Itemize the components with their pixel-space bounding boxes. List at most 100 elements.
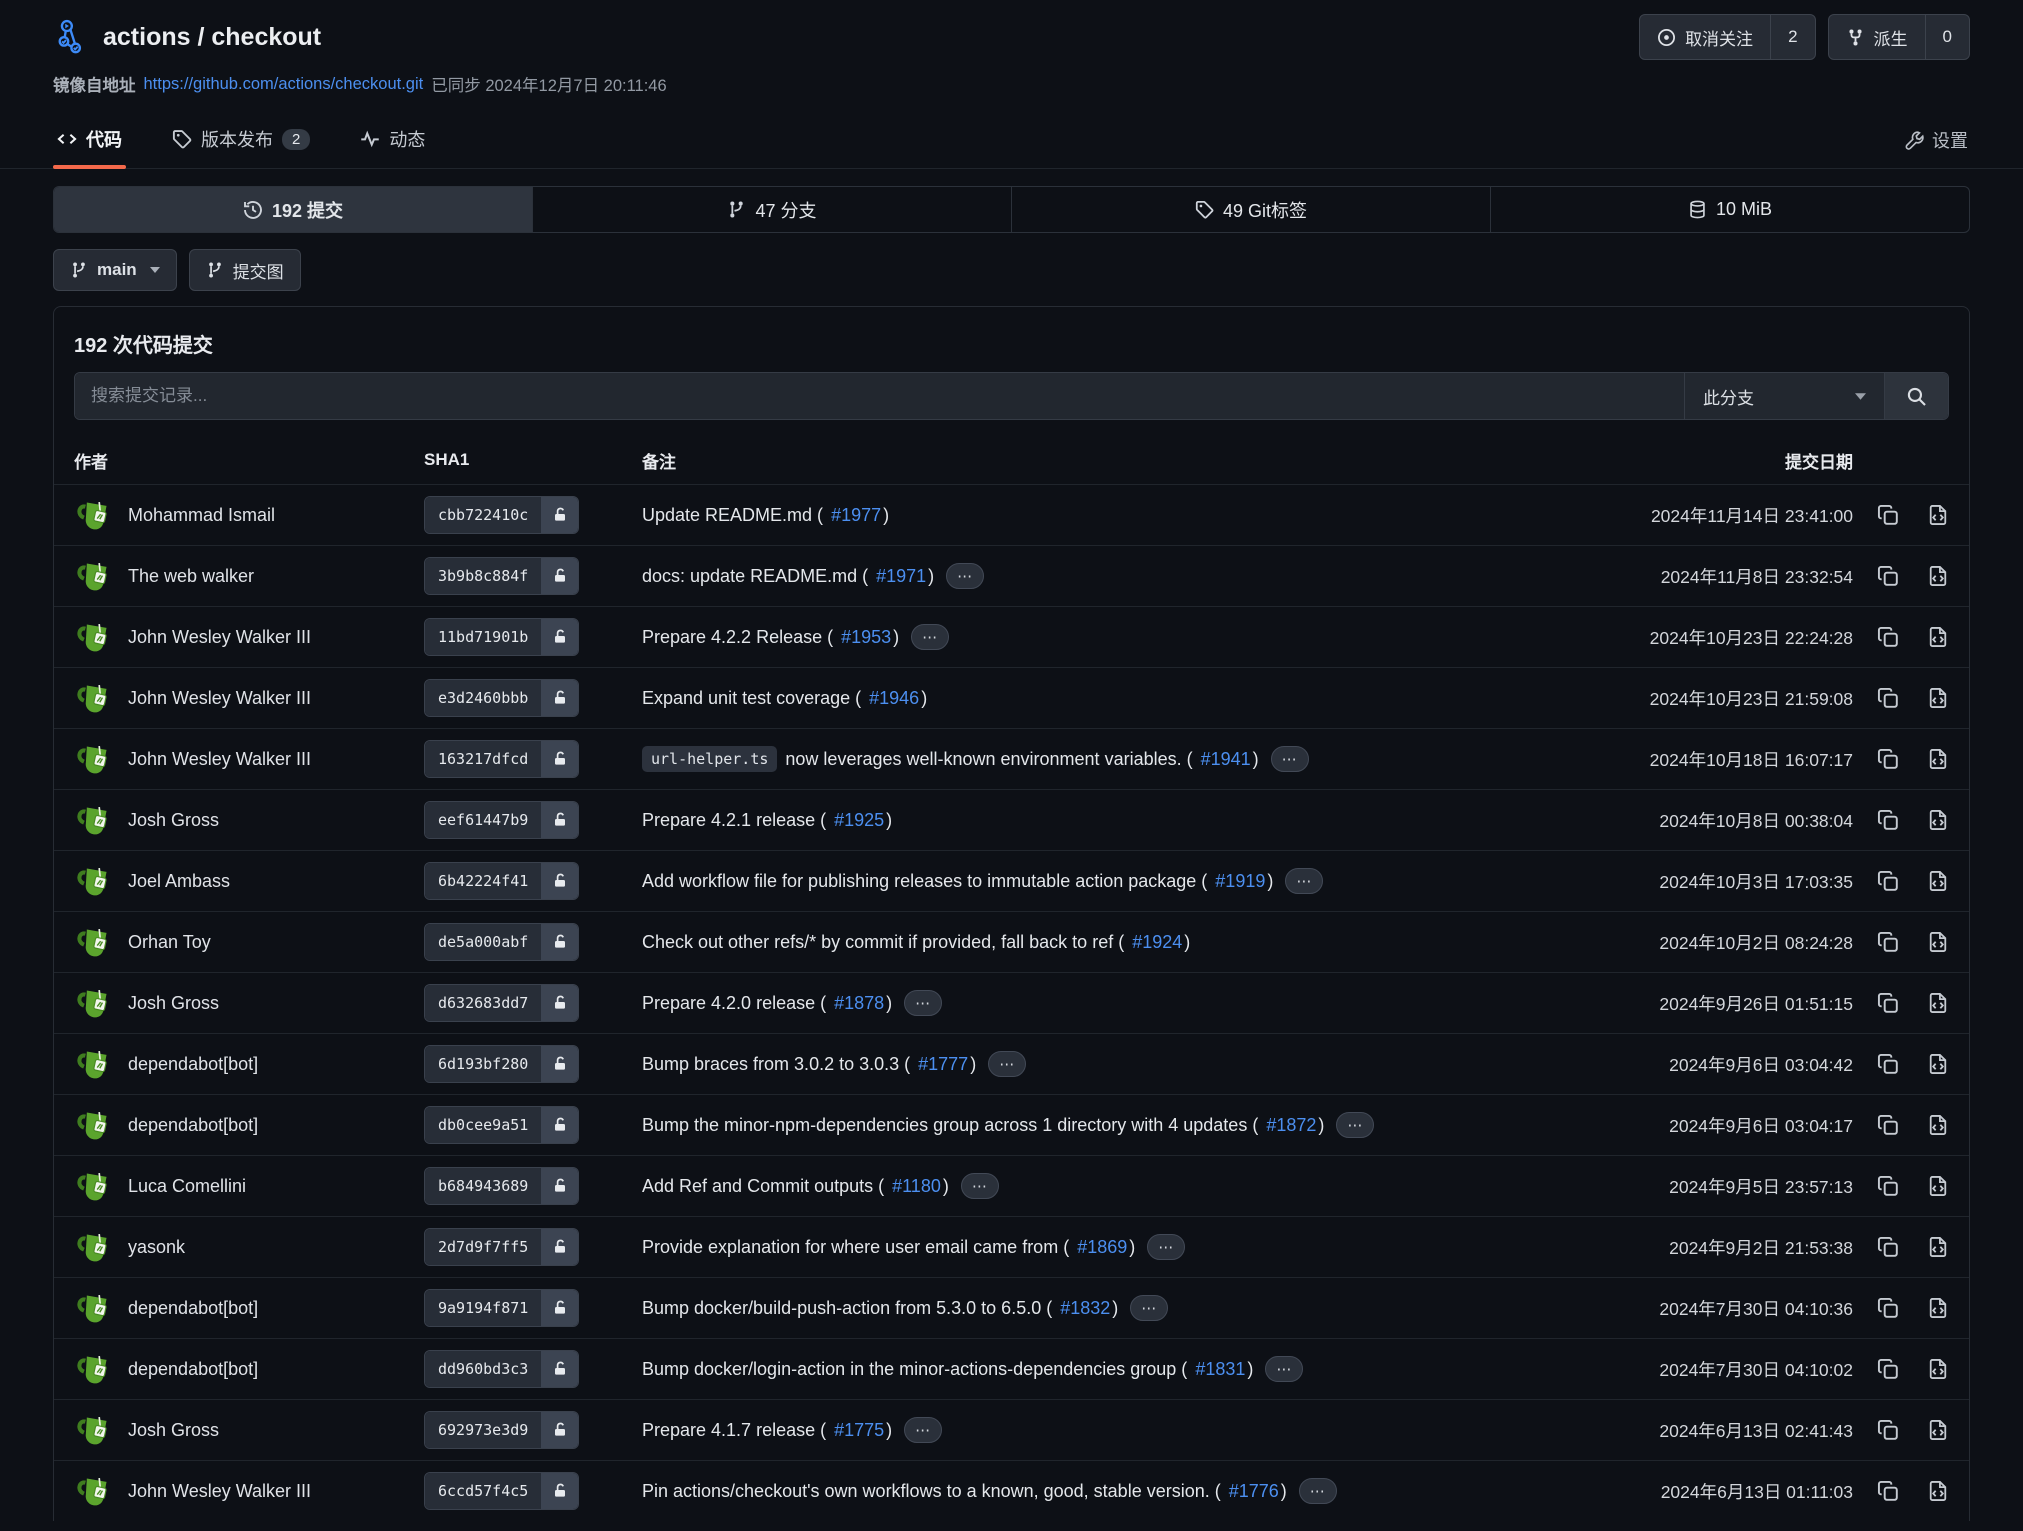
- browse-source-button[interactable]: [1927, 1236, 1949, 1258]
- pr-link[interactable]: #1775: [834, 1420, 884, 1441]
- commit-author[interactable]: Josh Gross: [74, 1412, 424, 1448]
- browse-source-button[interactable]: [1927, 1480, 1949, 1502]
- more-button[interactable]: ⋯: [904, 990, 942, 1016]
- search-button[interactable]: [1884, 373, 1948, 419]
- stats-tags[interactable]: 49 Git标签: [1011, 187, 1490, 232]
- commit-sha-badge[interactable]: 6b42224f41: [424, 862, 579, 900]
- pr-link[interactable]: #1924: [1132, 932, 1182, 953]
- pr-link[interactable]: #1971: [876, 566, 926, 587]
- commit-search-input[interactable]: [75, 373, 1684, 419]
- browse-source-button[interactable]: [1927, 1297, 1949, 1319]
- copy-sha-button[interactable]: [1877, 565, 1899, 587]
- commit-author[interactable]: John Wesley Walker III: [74, 1473, 424, 1509]
- browse-source-button[interactable]: [1927, 1358, 1949, 1380]
- pr-link[interactable]: #1777: [918, 1054, 968, 1075]
- more-button[interactable]: ⋯: [904, 1417, 942, 1443]
- more-button[interactable]: ⋯: [1336, 1112, 1374, 1138]
- pr-link[interactable]: #1878: [834, 993, 884, 1014]
- browse-source-button[interactable]: [1927, 748, 1949, 770]
- commit-message-text[interactable]: Prepare 4.1.7 release (: [642, 1420, 826, 1441]
- browse-source-button[interactable]: [1927, 565, 1949, 587]
- browse-source-button[interactable]: [1927, 1175, 1949, 1197]
- pr-link[interactable]: #1872: [1266, 1115, 1316, 1136]
- commit-message-text[interactable]: Bump the minor-npm-dependencies group ac…: [642, 1115, 1258, 1136]
- commit-sha-badge[interactable]: 11bd71901b: [424, 618, 579, 656]
- commit-author[interactable]: John Wesley Walker III: [74, 619, 424, 655]
- copy-sha-button[interactable]: [1877, 1236, 1899, 1258]
- more-button[interactable]: ⋯: [988, 1051, 1026, 1077]
- commit-message-text[interactable]: Prepare 4.2.2 Release (: [642, 627, 833, 648]
- forks-count[interactable]: 0: [1925, 15, 1969, 59]
- copy-sha-button[interactable]: [1877, 748, 1899, 770]
- copy-sha-button[interactable]: [1877, 870, 1899, 892]
- commit-author[interactable]: dependabot[bot]: [74, 1290, 424, 1326]
- pr-link[interactable]: #1869: [1077, 1237, 1127, 1258]
- pr-link[interactable]: #1925: [834, 810, 884, 831]
- copy-sha-button[interactable]: [1877, 687, 1899, 709]
- pr-link[interactable]: #1831: [1195, 1359, 1245, 1380]
- commit-author[interactable]: dependabot[bot]: [74, 1046, 424, 1082]
- commit-author[interactable]: Orhan Toy: [74, 924, 424, 960]
- commit-message-text[interactable]: docs: update README.md (: [642, 566, 868, 587]
- tab-activity[interactable]: 动态: [356, 112, 429, 168]
- unwatch-button[interactable]: 取消关注 2: [1639, 14, 1815, 60]
- commit-author[interactable]: John Wesley Walker III: [74, 680, 424, 716]
- commit-sha-badge[interactable]: db0cee9a51: [424, 1106, 579, 1144]
- commit-sha-badge[interactable]: e3d2460bbb: [424, 679, 579, 717]
- tab-releases[interactable]: 版本发布 2: [168, 112, 314, 168]
- pr-link[interactable]: #1941: [1201, 749, 1251, 770]
- browse-source-button[interactable]: [1927, 1053, 1949, 1075]
- commit-sha-badge[interactable]: b684943689: [424, 1167, 579, 1205]
- pr-link[interactable]: #1977: [831, 505, 881, 526]
- tab-code[interactable]: 代码: [53, 112, 126, 168]
- commit-author[interactable]: yasonk: [74, 1229, 424, 1265]
- commit-message-text[interactable]: now leverages well-known environment var…: [785, 749, 1192, 770]
- commit-message-text[interactable]: Pin actions/checkout's own workflows to …: [642, 1481, 1221, 1502]
- commit-message-text[interactable]: Update README.md (: [642, 505, 823, 526]
- copy-sha-button[interactable]: [1877, 1419, 1899, 1441]
- commit-sha-badge[interactable]: 163217dfcd: [424, 740, 579, 778]
- commit-message-text[interactable]: Prepare 4.2.1 release (: [642, 810, 826, 831]
- browse-source-button[interactable]: [1927, 809, 1949, 831]
- commit-sha-badge[interactable]: 6ccd57f4c5: [424, 1472, 579, 1510]
- branch-selector[interactable]: main: [53, 249, 177, 291]
- commit-message-text[interactable]: Provide explanation for where user email…: [642, 1237, 1069, 1258]
- more-button[interactable]: ⋯: [1285, 868, 1323, 894]
- commit-sha-badge[interactable]: dd960bd3c3: [424, 1350, 579, 1388]
- browse-source-button[interactable]: [1927, 687, 1949, 709]
- commit-author[interactable]: Josh Gross: [74, 802, 424, 838]
- commit-message-text[interactable]: Bump docker/build-push-action from 5.3.0…: [642, 1298, 1052, 1319]
- browse-source-button[interactable]: [1927, 1419, 1949, 1441]
- commit-author[interactable]: The web walker: [74, 558, 424, 594]
- commit-author[interactable]: John Wesley Walker III: [74, 741, 424, 777]
- commit-sha-badge[interactable]: cbb722410c: [424, 496, 579, 534]
- more-button[interactable]: ⋯: [1147, 1234, 1185, 1260]
- copy-sha-button[interactable]: [1877, 1358, 1899, 1380]
- browse-source-button[interactable]: [1927, 504, 1949, 526]
- more-button[interactable]: ⋯: [961, 1173, 999, 1199]
- commit-sha-badge[interactable]: 6d193bf280: [424, 1045, 579, 1083]
- fork-button[interactable]: 派生 0: [1828, 14, 1970, 60]
- tab-settings[interactable]: 设置: [1903, 112, 1970, 168]
- branch-filter-select[interactable]: 此分支: [1684, 373, 1884, 419]
- more-button[interactable]: ⋯: [911, 624, 949, 650]
- stats-branches[interactable]: 47 分支: [532, 187, 1011, 232]
- commit-sha-badge[interactable]: 9a9194f871: [424, 1289, 579, 1327]
- copy-sha-button[interactable]: [1877, 931, 1899, 953]
- commit-message-text[interactable]: Bump docker/login-action in the minor-ac…: [642, 1359, 1187, 1380]
- stats-size[interactable]: 10 MiB: [1490, 187, 1969, 232]
- copy-sha-button[interactable]: [1877, 1297, 1899, 1319]
- copy-sha-button[interactable]: [1877, 626, 1899, 648]
- browse-source-button[interactable]: [1927, 931, 1949, 953]
- browse-source-button[interactable]: [1927, 870, 1949, 892]
- browse-source-button[interactable]: [1927, 992, 1949, 1014]
- commit-graph-button[interactable]: 提交图: [189, 249, 301, 291]
- commit-sha-badge[interactable]: 692973e3d9: [424, 1411, 579, 1449]
- pr-link[interactable]: #1832: [1060, 1298, 1110, 1319]
- copy-sha-button[interactable]: [1877, 809, 1899, 831]
- commit-sha-badge[interactable]: 3b9b8c884f: [424, 557, 579, 595]
- more-button[interactable]: ⋯: [1299, 1478, 1337, 1504]
- pr-link[interactable]: #1180: [892, 1176, 941, 1197]
- commit-author[interactable]: Joel Ambass: [74, 863, 424, 899]
- more-button[interactable]: ⋯: [1265, 1356, 1303, 1382]
